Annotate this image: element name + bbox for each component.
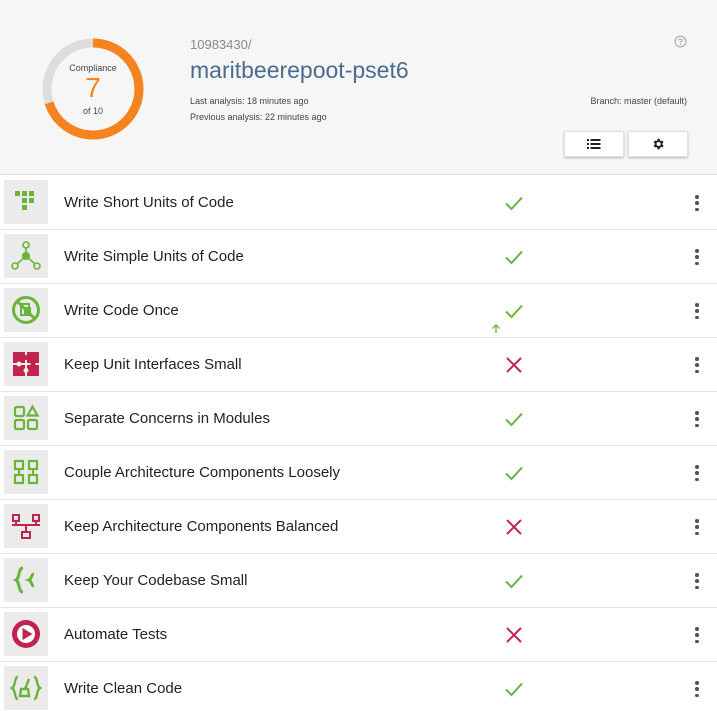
checkmark-icon <box>505 682 523 697</box>
play-icon <box>4 612 48 656</box>
more-vertical-icon[interactable] <box>688 301 706 321</box>
more-vertical-icon[interactable] <box>688 193 706 213</box>
more-vertical-icon[interactable] <box>688 571 706 591</box>
more-vertical-icon[interactable] <box>688 517 706 537</box>
compliance-value: 7 <box>85 72 101 103</box>
checkmark-icon <box>505 574 523 589</box>
guideline-label: Write Code Once <box>64 302 179 319</box>
arrow-up-icon <box>492 324 500 333</box>
guideline-row-codebase-small[interactable]: Keep Your Codebase Small <box>0 554 717 608</box>
checkmark-icon <box>505 196 523 211</box>
braces-icon <box>4 558 48 602</box>
branch-label: Branch: master (default) <box>590 96 687 106</box>
guideline-row-short-units[interactable]: Write Short Units of Code <box>0 176 717 230</box>
checkmark-icon <box>505 466 523 481</box>
guideline-row-code-once[interactable]: Write Code Once <box>0 284 717 338</box>
guideline-label: Write Short Units of Code <box>64 194 234 211</box>
last-analysis: Last analysis: 18 minutes ago <box>190 96 309 106</box>
guideline-label: Automate Tests <box>64 626 168 643</box>
puzzle-icon <box>4 342 48 386</box>
gear-icon <box>653 138 664 150</box>
guideline-label: Keep Architecture Components Balanced <box>64 518 339 535</box>
more-vertical-icon[interactable] <box>688 463 706 483</box>
components-icon <box>4 450 48 494</box>
short-units-icon <box>4 180 48 224</box>
broom-icon <box>4 666 48 710</box>
cross-icon <box>506 519 522 535</box>
settings-button[interactable] <box>628 131 688 157</box>
guideline-label: Keep Unit Interfaces Small <box>64 356 242 373</box>
guideline-row-separate-concerns[interactable]: Separate Concerns in Modules <box>0 392 717 446</box>
guideline-row-clean-code[interactable]: Write Clean Code <box>0 662 717 711</box>
cross-icon <box>506 627 522 643</box>
guideline-row-automate-tests[interactable]: Automate Tests <box>0 608 717 662</box>
repo-id[interactable]: 10983430/ <box>190 37 251 52</box>
code-once-icon <box>4 288 48 332</box>
balance-icon <box>4 504 48 548</box>
list-view-button[interactable] <box>564 131 624 157</box>
modules-icon <box>4 396 48 440</box>
guideline-row-balanced[interactable]: Keep Architecture Components Balanced <box>0 500 717 554</box>
more-vertical-icon[interactable] <box>688 247 706 267</box>
checkmark-icon <box>505 304 523 319</box>
guideline-row-couple-loosely[interactable]: Couple Architecture Components Loosely <box>0 446 717 500</box>
more-vertical-icon[interactable] <box>688 679 706 699</box>
cross-icon <box>506 357 522 373</box>
guideline-label: Couple Architecture Components Loosely <box>64 464 340 481</box>
help-icon[interactable] <box>674 35 687 48</box>
simple-units-icon <box>4 234 48 278</box>
list-icon <box>587 139 601 149</box>
more-vertical-icon[interactable] <box>688 409 706 429</box>
checkmark-icon <box>505 250 523 265</box>
checkmark-icon <box>505 412 523 427</box>
header: Compliance 7 of 10 10983430/ maritbeerep… <box>0 0 717 175</box>
compliance-total: of 10 <box>82 106 104 116</box>
guideline-label: Write Clean Code <box>64 680 183 697</box>
more-vertical-icon[interactable] <box>688 625 706 645</box>
guideline-label: Write Simple Units of Code <box>64 248 244 265</box>
repo-name[interactable]: maritbeerepoot-pset6 <box>190 57 409 84</box>
guideline-row-simple-units[interactable]: Write Simple Units of Code <box>0 230 717 284</box>
guideline-label: Separate Concerns in Modules <box>64 410 270 427</box>
guideline-label: Keep Your Codebase Small <box>64 572 248 589</box>
previous-analysis: Previous analysis: 22 minutes ago <box>190 112 327 122</box>
more-vertical-icon[interactable] <box>688 355 706 375</box>
guideline-row-unit-interfaces[interactable]: Keep Unit Interfaces Small <box>0 338 717 392</box>
guidelines-list: Write Short Units of Code Write Simple U… <box>0 176 717 711</box>
